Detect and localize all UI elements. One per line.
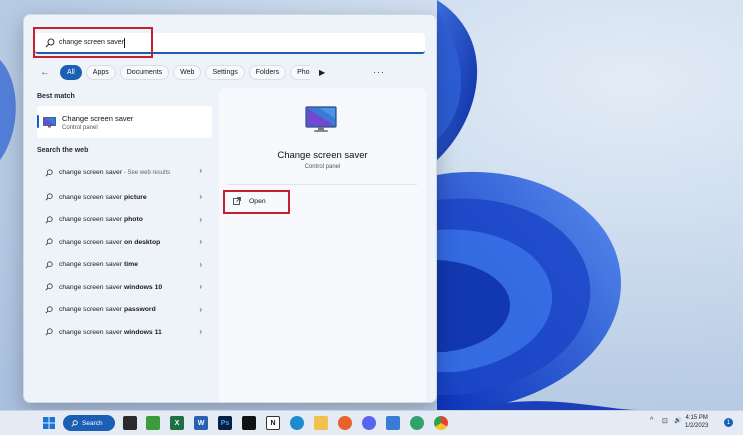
clock[interactable]: 4:15 PM 1/2/2023 (685, 414, 708, 430)
web-result-label: change screen saver windows 10 (59, 283, 163, 291)
monitor-icon (43, 116, 56, 127)
search-icon (45, 328, 53, 336)
network-icon[interactable]: ⊡ (662, 417, 668, 425)
search-icon (71, 419, 78, 427)
taskbar-search-label: Search (82, 419, 103, 427)
search-icon (45, 238, 53, 246)
web-result-item[interactable]: change screen saver time › (37, 254, 212, 277)
chevron-right-icon: › (199, 237, 202, 246)
search-icon (45, 216, 53, 224)
filter-chip-all[interactable]: All (60, 64, 82, 80)
taskbar-search-button[interactable]: Search (63, 415, 115, 431)
chevron-right-icon: › (199, 214, 202, 224)
filter-chip-folders[interactable]: Folders (248, 64, 287, 80)
search-icon (45, 261, 53, 269)
web-result-item[interactable]: change screen saver - See web results › (37, 160, 212, 186)
windows-start-icon[interactable] (43, 417, 55, 429)
best-match-title: Change screen saver (62, 113, 134, 123)
filter-chip-photos[interactable]: Pho (290, 64, 311, 80)
remote-desktop-icon[interactable] (386, 416, 400, 430)
photoshop-icon[interactable]: Ps (218, 416, 232, 430)
notion-icon[interactable]: N (266, 416, 280, 430)
web-result-item[interactable]: change screen saver password › (37, 299, 212, 322)
filter-chip-web[interactable]: Web (173, 64, 202, 80)
chevron-right-icon: › (199, 282, 202, 291)
plant-app-icon[interactable] (146, 416, 160, 430)
filter-chip-apps[interactable]: Apps (85, 64, 116, 80)
maps-icon[interactable] (410, 416, 424, 430)
preview-pane: Change screen saver Control panel Open (219, 88, 426, 402)
start-search-panel: change screen saver ← All Apps Documents… (23, 14, 437, 403)
word-icon[interactable]: W (194, 416, 208, 430)
search-web-heading: Search the web (37, 147, 89, 154)
file-explorer-icon[interactable] (314, 416, 328, 430)
highlight-search-box (33, 27, 153, 58)
web-result-item[interactable]: change screen saver windows 10 › (37, 276, 212, 299)
app-black-icon[interactable] (242, 416, 256, 430)
notification-badge[interactable]: 1 (724, 418, 733, 427)
web-result-item[interactable]: change screen saver windows 11 › (37, 321, 212, 344)
web-result-label: change screen saver on desktop (59, 238, 161, 246)
file-explorer-dark-icon[interactable] (123, 416, 137, 430)
chevron-right-icon: › (199, 192, 202, 201)
best-match-item[interactable]: Change screen saver Control panel (37, 106, 212, 138)
best-match-heading: Best match (37, 93, 75, 100)
search-icon (45, 169, 53, 177)
back-arrow-icon[interactable]: ← (38, 65, 52, 79)
search-icon (45, 193, 53, 201)
search-icon (45, 306, 53, 314)
preview-subtitle: Control panel (304, 164, 341, 170)
edge-icon[interactable] (290, 416, 304, 430)
time-text: 4:15 PM (685, 415, 708, 421)
best-match-subtitle: Control panel (62, 124, 98, 131)
firefox-icon[interactable] (338, 416, 352, 430)
more-options-button[interactable]: ··· (373, 67, 385, 77)
date-text: 1/2/2023 (685, 423, 709, 429)
web-result-label: change screen saver - See web results (59, 169, 171, 176)
chevron-right-icon: › (199, 327, 202, 336)
taskbar: Search X W Ps N ^ ⊡ 🔊 4:15 PM 1/2/2023 1 (0, 410, 743, 435)
selection-accent (37, 115, 39, 128)
results-list: Best match Change screen saver Control p… (37, 93, 217, 344)
divider (227, 184, 417, 185)
preview-title: Change screen saver (277, 150, 368, 161)
web-result-label: change screen saver photo (59, 216, 143, 224)
filter-chip-settings[interactable]: Settings (205, 64, 245, 80)
web-result-item[interactable]: change screen saver on desktop › (37, 231, 212, 254)
web-result-label: change screen saver picture (59, 193, 147, 201)
filter-row: ← All Apps Documents Web Settings Folder… (38, 64, 423, 80)
web-result-label: change screen saver time (59, 261, 138, 269)
chevron-right-icon: › (199, 259, 202, 269)
chevron-right-icon: › (199, 304, 202, 314)
web-result-item[interactable]: change screen saver picture › (37, 186, 212, 209)
web-result-item[interactable]: change screen saver photo › (37, 209, 212, 232)
web-result-label: change screen saver password (59, 306, 156, 314)
filter-chip-documents[interactable]: Documents (119, 64, 170, 80)
chrome-icon[interactable] (434, 416, 448, 430)
search-icon (45, 283, 53, 291)
highlight-open-button (223, 190, 290, 214)
monitor-icon (305, 106, 337, 132)
scroll-filters-right-icon[interactable]: ▶ (317, 67, 327, 77)
show-hidden-icons-icon[interactable]: ^ (650, 417, 653, 424)
web-result-label: change screen saver windows 11 (59, 328, 162, 336)
chevron-right-icon: › (199, 166, 202, 175)
discord-icon[interactable] (362, 416, 376, 430)
volume-icon[interactable]: 🔊 (674, 417, 681, 424)
web-results: change screen saver - See web results › … (37, 160, 217, 344)
excel-icon[interactable]: X (170, 416, 184, 430)
